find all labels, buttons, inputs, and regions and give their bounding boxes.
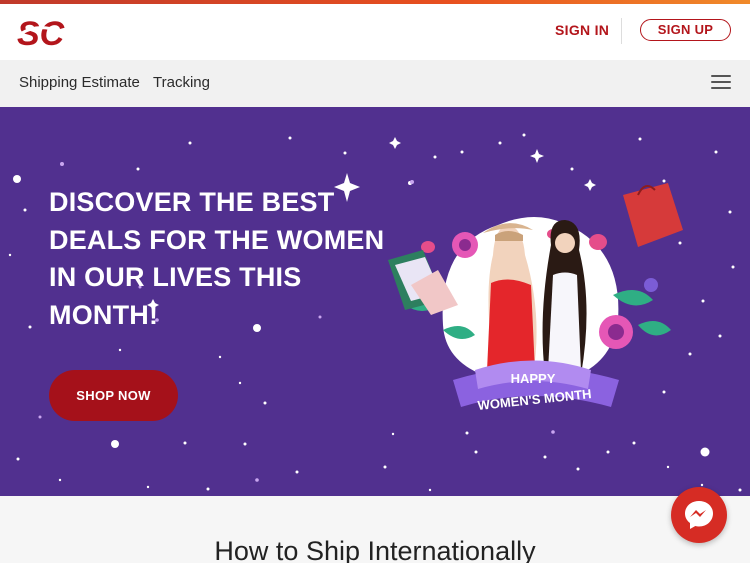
womens-month-illustration: HAPPY WOMEN'S MONTH — [388, 183, 683, 413]
brand-logo[interactable]: SC — [16, 12, 68, 52]
sign-in-link[interactable]: SIGN IN — [555, 22, 609, 38]
messenger-icon — [685, 501, 713, 529]
nav-shipping-estimate[interactable]: Shipping Estimate — [19, 74, 140, 91]
auth-divider — [621, 18, 622, 44]
nav-bar: Shipping Estimate Tracking — [0, 60, 750, 107]
svg-text:HAPPY: HAPPY — [511, 371, 556, 386]
hero-headline: DISCOVER THE BEST DEALS FOR THE WOMEN IN… — [49, 187, 385, 330]
site-header: SC SIGN IN SIGN UP — [0, 4, 750, 60]
messenger-chat-button[interactable] — [671, 487, 727, 543]
section-title: How to Ship Internationally — [214, 536, 536, 563]
hamburger-icon[interactable] — [711, 74, 733, 92]
hero-banner: DISCOVER THE BEST DEALS FOR THE WOMEN IN… — [0, 107, 750, 496]
nav-tracking[interactable]: Tracking — [153, 74, 210, 91]
shop-now-button[interactable]: SHOP NOW — [49, 370, 178, 421]
sign-up-button[interactable]: SIGN UP — [640, 19, 731, 41]
how-to-ship-section: How to Ship Internationally — [0, 496, 750, 563]
